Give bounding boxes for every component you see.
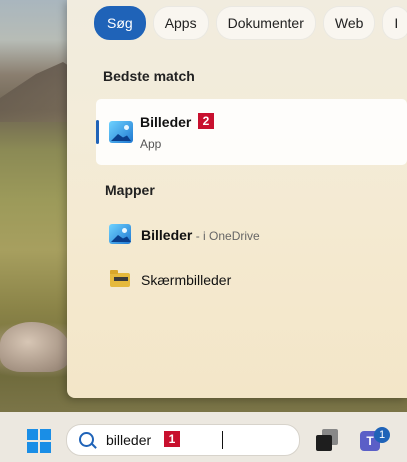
- photos-app-icon: [109, 121, 133, 143]
- task-view-icon[interactable]: [316, 429, 338, 451]
- wallpaper-rock: [0, 322, 70, 372]
- tab-documents[interactable]: Dokumenter: [215, 6, 316, 40]
- best-match-app-name: Billeder: [140, 114, 192, 130]
- search-query: billeder: [106, 432, 152, 448]
- folders-heading: Mapper: [105, 182, 155, 198]
- search-icon: [79, 432, 94, 447]
- selection-indicator: [96, 120, 99, 144]
- folder-result-location: - i OneDrive: [192, 229, 260, 243]
- best-match-app-type: App: [140, 137, 162, 151]
- folder-result-name: Billeder - i OneDrive: [141, 227, 260, 243]
- folder-result-name: Skærmbilleder: [141, 272, 232, 288]
- step-badge-1: 1: [164, 431, 180, 447]
- tab-more[interactable]: I: [382, 6, 407, 40]
- folder-icon: [110, 270, 130, 287]
- photos-icon: [109, 224, 131, 244]
- step-badge-2: 2: [198, 113, 214, 129]
- tab-web[interactable]: Web: [322, 6, 376, 40]
- tab-apps[interactable]: Apps: [152, 6, 209, 40]
- notification-badge: 1: [374, 427, 390, 443]
- best-match-result[interactable]: Billeder 2 App: [96, 99, 407, 165]
- best-match-heading: Bedste match: [103, 68, 195, 84]
- windows-start-icon[interactable]: [27, 429, 51, 453]
- taskbar-search-input[interactable]: billeder 1: [66, 424, 300, 456]
- teams-icon[interactable]: T 1: [360, 427, 390, 455]
- taskbar: billeder 1 T 1: [0, 412, 407, 462]
- search-filter-tabs: Søg Apps Dokumenter Web I: [94, 6, 407, 40]
- search-panel: Søg Apps Dokumenter Web I Bedste match B…: [67, 0, 407, 398]
- tab-search[interactable]: Søg: [94, 6, 146, 40]
- text-caret: [222, 431, 223, 449]
